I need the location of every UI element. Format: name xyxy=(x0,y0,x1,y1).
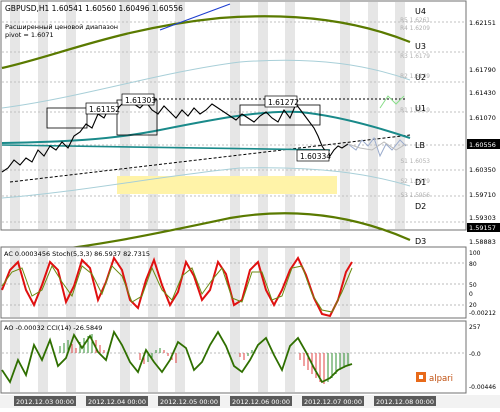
ac-stoch-panel[interactable]: AC 0.0003456 Stoch(5,3,3) 86.5937 82.731… xyxy=(0,246,496,319)
current-price-label: 1.60556 xyxy=(469,141,496,149)
svg-text:1.60350: 1.60350 xyxy=(469,166,496,174)
svg-text:2012.12.03 00:00: 2012.12.03 00:00 xyxy=(16,398,74,406)
svg-text:S1 1.6053: S1 1.6053 xyxy=(401,159,431,165)
svg-text:1.61070: 1.61070 xyxy=(469,114,496,122)
ao-cci-panel[interactable]: AO -0.00032 CCI(14) -26.5849 257 -0.0 -0… xyxy=(0,320,496,394)
svg-text:1.61790: 1.61790 xyxy=(469,66,496,74)
svg-text:100: 100 xyxy=(469,250,481,257)
svg-text:U1: U1 xyxy=(415,104,426,113)
svg-text:-0.0: -0.0 xyxy=(469,351,481,358)
svg-text:1.61152: 1.61152 xyxy=(89,105,120,114)
price-annotation-d: 1.60334 xyxy=(296,149,331,162)
svg-text:R5 1.6261: R5 1.6261 xyxy=(400,18,430,24)
svg-text:D3: D3 xyxy=(415,237,426,246)
svg-text:2012.12.05 00:00: 2012.12.05 00:00 xyxy=(160,398,218,406)
svg-text:U4: U4 xyxy=(415,7,426,16)
svg-text:1.61303: 1.61303 xyxy=(125,96,156,105)
svg-text:R3 1.6179: R3 1.6179 xyxy=(400,54,430,60)
svg-text:1.60334: 1.60334 xyxy=(300,152,331,161)
svg-text:D2: D2 xyxy=(415,202,426,211)
svg-text:80: 80 xyxy=(469,261,477,268)
svg-text:2012.12.04 00:00: 2012.12.04 00:00 xyxy=(88,398,146,406)
svg-text:20: 20 xyxy=(469,302,477,309)
price-annotation-c: 1.61272 xyxy=(264,95,299,108)
svg-text:1.58883: 1.58883 xyxy=(469,238,496,246)
indicator-subtitle: Расширенный ценовой диапазон xyxy=(5,23,118,31)
support-zone xyxy=(117,176,337,194)
svg-text:1.59303: 1.59303 xyxy=(469,214,496,222)
svg-text:50: 50 xyxy=(469,282,477,289)
svg-text:1.61430: 1.61430 xyxy=(469,89,496,97)
ac-stoch-label: AC 0.0003456 Stoch(5,3,3) 86.5937 82.731… xyxy=(4,250,150,258)
svg-text:LB: LB xyxy=(415,141,425,150)
svg-text:D1: D1 xyxy=(415,178,426,187)
price-annotation-b: 1.61303 xyxy=(121,93,156,106)
svg-text:U2: U2 xyxy=(415,73,426,82)
svg-text:1.59157: 1.59157 xyxy=(469,224,496,232)
price-annotation-a: 1.61152 xyxy=(85,102,120,115)
svg-text:U3: U3 xyxy=(415,42,426,51)
symbol-quote: GBPUSD,H1 1.60541 1.60560 1.60496 1.6055… xyxy=(5,4,183,13)
chart-window[interactable]: GBPUSD,H1 1.60541 1.60560 1.60496 1.6055… xyxy=(0,0,500,408)
main-price-panel[interactable]: GBPUSD,H1 1.60541 1.60560 1.60496 1.6055… xyxy=(0,0,467,257)
svg-text:0: 0 xyxy=(469,291,473,298)
svg-text:-0.00446: -0.00446 xyxy=(469,384,496,391)
pivot-value: pivot = 1.6071 xyxy=(5,31,54,39)
svg-text:S3 1.5956: S3 1.5956 xyxy=(401,193,431,199)
svg-text:257: 257 xyxy=(469,324,481,331)
svg-text:1.62151: 1.62151 xyxy=(469,19,496,27)
svg-text:1.61272: 1.61272 xyxy=(268,98,299,107)
svg-text:2012.12.06 00:00: 2012.12.06 00:00 xyxy=(232,398,290,406)
svg-text:1.59710: 1.59710 xyxy=(469,191,496,199)
svg-text:alpari: alpari xyxy=(429,374,453,384)
time-axis[interactable]: 2012.12.03 00:00 2012.12.04 00:00 2012.1… xyxy=(0,395,500,408)
svg-text:-0.00212: -0.00212 xyxy=(469,310,496,317)
svg-text:R4 1.6209: R4 1.6209 xyxy=(400,26,430,32)
ao-cci-label: AO -0.00032 CCI(14) -26.5849 xyxy=(4,324,102,332)
svg-text:2012.12.08 00:00: 2012.12.08 00:00 xyxy=(376,398,434,406)
svg-text:2012.12.07 00:00: 2012.12.07 00:00 xyxy=(304,398,362,406)
